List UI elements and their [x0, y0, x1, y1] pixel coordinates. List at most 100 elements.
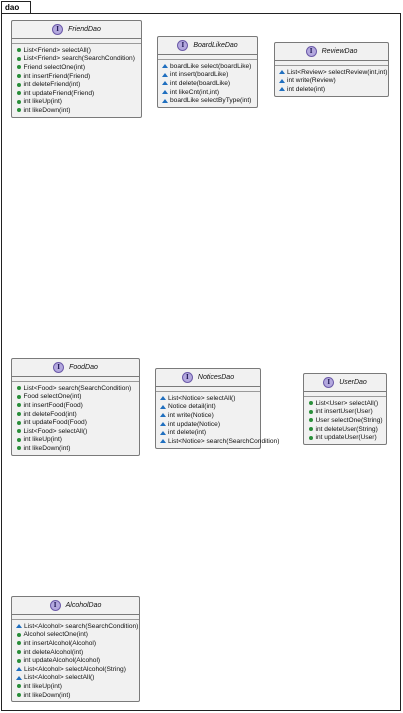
package-visibility-icon — [16, 667, 22, 672]
method-row: int likeUp(int) — [16, 98, 141, 107]
public-visibility-icon — [16, 412, 21, 417]
method-row: int update(Notice) — [160, 420, 260, 429]
method-row: Alcohol selectOne(int) — [16, 631, 139, 640]
interface-icon: I — [49, 600, 61, 611]
interface-title: FriendDao — [68, 26, 101, 33]
public-visibility-icon — [308, 401, 313, 406]
method-row: List<Review> selectReview(int,int) — [279, 68, 388, 77]
interface-icon: I — [177, 40, 189, 51]
method-row: List<Alcohol> selectAlcohol(String) — [16, 665, 139, 674]
method-row: List<Friend> selectAll() — [16, 46, 141, 55]
interface-icon: I — [53, 362, 65, 373]
interface-boardlikedao[interactable]: I BoardLikeDao boardLike select(boardLik… — [157, 36, 258, 108]
method-row: int likeDown(int) — [16, 691, 139, 700]
public-visibility-icon — [16, 429, 21, 434]
package-visibility-icon — [160, 439, 166, 444]
method-row: int insert(boardLike) — [162, 71, 257, 80]
public-visibility-icon — [16, 56, 21, 61]
package-visibility-icon — [162, 98, 168, 103]
method-row: int updateFood(Food) — [16, 418, 139, 427]
public-visibility-icon — [16, 99, 21, 104]
package-visibility-icon — [160, 396, 166, 401]
interface-title: UserDao — [339, 379, 367, 386]
method-row: List<User> selectAll() — [308, 399, 386, 408]
interface-alcoholdao[interactable]: I AlcoholDao List<Alcohol> search(Search… — [11, 596, 140, 703]
public-visibility-icon — [16, 82, 21, 87]
method-row: List<Food> selectAll() — [16, 427, 139, 436]
method-row: int write(Review) — [279, 77, 388, 86]
package-visibility-icon — [162, 81, 168, 86]
interface-frienddao[interactable]: I FriendDao List<Friend> selectAll() Lis… — [11, 20, 142, 118]
package-visibility-icon — [162, 72, 168, 77]
method-row: int updateUser(User) — [308, 433, 386, 442]
public-visibility-icon — [16, 446, 21, 451]
methods-compartment: List<User> selectAll() int insertUser(Us… — [304, 397, 386, 444]
method-row: int delete(int) — [279, 85, 388, 94]
interface-header: I NoticesDao — [156, 369, 260, 387]
package-visibility-icon — [160, 430, 166, 435]
method-row: int deleteAlcohol(int) — [16, 648, 139, 657]
public-visibility-icon — [16, 403, 21, 408]
package-visibility-icon — [16, 675, 22, 680]
methods-compartment: List<Notice> selectAll() Notice detail(i… — [156, 392, 279, 448]
method-row: int deleteFriend(int) — [16, 80, 141, 89]
method-row: int updateAlcohol(Alcohol) — [16, 656, 139, 665]
interface-userdao[interactable]: I UserDao List<User> selectAll() int ins… — [303, 373, 387, 445]
interface-icon: I — [52, 24, 64, 35]
package-visibility-icon — [162, 64, 168, 69]
interface-icon: I — [323, 377, 335, 388]
method-row: Friend selectOne(int) — [16, 63, 141, 72]
method-row: Food selectOne(int) — [16, 393, 139, 402]
package-name: dao — [5, 3, 20, 12]
package-visibility-icon — [279, 87, 285, 92]
public-visibility-icon — [16, 386, 21, 391]
method-row: List<Food> search(SearchCondition) — [16, 384, 139, 393]
method-row: int deleteFood(int) — [16, 410, 139, 419]
interface-title: ReviewDao — [321, 48, 358, 55]
package-visibility-icon — [162, 90, 168, 95]
public-visibility-icon — [16, 394, 21, 399]
package-visibility-icon — [160, 413, 166, 418]
interface-title: NoticesDao — [197, 374, 235, 381]
method-row: int deleteUser(String) — [308, 425, 386, 434]
interface-title: FoodDao — [69, 364, 98, 371]
interface-reviewdao[interactable]: I ReviewDao List<Review> selectReview(in… — [274, 42, 389, 97]
methods-compartment: boardLike select(boardLike) int insert(b… — [158, 60, 257, 107]
public-visibility-icon — [16, 91, 21, 96]
public-visibility-icon — [308, 427, 313, 432]
public-visibility-icon — [16, 108, 21, 113]
method-row: boardLike select(boardLike) — [162, 62, 257, 71]
public-visibility-icon — [308, 435, 313, 440]
interface-icon: I — [181, 372, 193, 383]
method-row: int updateFriend(Friend) — [16, 89, 141, 98]
interface-header: I FoodDao — [12, 359, 139, 377]
interface-fooddao[interactable]: I FoodDao List<Food> search(SearchCondit… — [11, 358, 140, 456]
public-visibility-icon — [16, 65, 21, 70]
method-row: int insertFood(Food) — [16, 401, 139, 410]
method-row: int likeDown(int) — [16, 106, 141, 115]
public-visibility-icon — [16, 437, 21, 442]
package-tab: dao — [1, 1, 31, 13]
method-row: int likeUp(int) — [16, 682, 139, 691]
public-visibility-icon — [16, 650, 21, 655]
method-row: int likeDown(int) — [16, 444, 139, 453]
interface-header: I UserDao — [304, 374, 386, 392]
package-visibility-icon — [160, 404, 166, 409]
method-row: int likeCnt(int,int) — [162, 88, 257, 97]
method-row: boardLike selectByType(int) — [162, 96, 257, 105]
interface-noticesdao[interactable]: I NoticesDao List<Notice> selectAll() No… — [155, 368, 279, 449]
package-visibility-icon — [160, 422, 166, 427]
methods-compartment: List<Alcohol> search(SearchCondition) Al… — [12, 620, 139, 701]
public-visibility-icon — [16, 48, 21, 53]
package-visibility-icon — [279, 78, 285, 83]
public-visibility-icon — [308, 418, 313, 423]
method-row: int insertAlcohol(Alcohol) — [16, 639, 139, 648]
public-visibility-icon — [16, 420, 21, 425]
method-row: int delete(int) — [160, 428, 260, 437]
interface-icon: I — [305, 46, 317, 57]
interface-header: I ReviewDao — [275, 43, 388, 61]
method-row: int insertFriend(Friend) — [16, 72, 141, 81]
method-row: int insertUser(User) — [308, 408, 386, 417]
public-visibility-icon — [16, 74, 21, 79]
method-row: int delete(boardLike) — [162, 79, 257, 88]
